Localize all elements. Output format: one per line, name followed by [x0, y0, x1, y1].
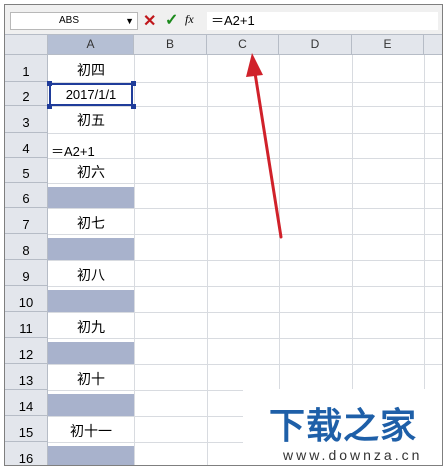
- row-header-16[interactable]: 16: [5, 442, 48, 465]
- active-cell-a2[interactable]: 2017/1/1: [49, 83, 133, 106]
- grid-line: [48, 312, 442, 313]
- cell-a1[interactable]: 初四: [48, 58, 134, 82]
- grid-line: [48, 208, 442, 209]
- checkmark-icon[interactable]: ✓: [165, 10, 178, 30]
- grid-line: [48, 338, 442, 339]
- cell-a12[interactable]: [48, 342, 134, 364]
- row-header-5[interactable]: 5: [5, 158, 48, 183]
- grid-line: [48, 158, 442, 159]
- grid-line: [48, 286, 442, 287]
- grid-line: [48, 106, 442, 107]
- row-header-1[interactable]: 1: [5, 55, 48, 82]
- cell-a13[interactable]: 初十: [48, 368, 134, 390]
- cell-a4-formula[interactable]: ＝A2+1: [51, 141, 95, 160]
- watermark-logo: 下载之家 www.downza.cn: [243, 389, 442, 465]
- row-header-11[interactable]: 11: [5, 312, 48, 338]
- watermark-title: 下载之家: [269, 406, 418, 447]
- selection-handle[interactable]: [131, 81, 136, 86]
- cell-a14[interactable]: [48, 394, 134, 416]
- insert-function-icon[interactable]: fx: [185, 12, 194, 27]
- grid-line: [48, 364, 442, 365]
- cell-a16[interactable]: [48, 446, 134, 465]
- grid-line: [48, 260, 442, 261]
- chevron-down-icon[interactable]: ▼: [125, 13, 134, 29]
- cell-a3[interactable]: 初五: [48, 108, 134, 133]
- grid-line: [48, 133, 442, 134]
- cell-a8[interactable]: [48, 238, 134, 260]
- cell-a9[interactable]: 初八: [48, 264, 134, 286]
- column-header-e[interactable]: E: [352, 35, 424, 55]
- row-header-14[interactable]: 14: [5, 390, 48, 416]
- row-header-4[interactable]: 4: [5, 133, 48, 158]
- row-header-2[interactable]: 2: [5, 82, 48, 106]
- row-header-3[interactable]: 3: [5, 106, 48, 133]
- watermark-url: www.downza.cn: [283, 447, 423, 463]
- cell-a11[interactable]: 初九: [48, 316, 134, 338]
- row-header-13[interactable]: 13: [5, 364, 48, 390]
- arrow-head: [246, 53, 263, 77]
- select-all-corner[interactable]: [5, 35, 48, 55]
- cell-a15[interactable]: 初十一: [48, 420, 134, 442]
- row-header-7[interactable]: 7: [5, 208, 48, 234]
- cell-a7[interactable]: 初七: [48, 212, 134, 234]
- row-header-15[interactable]: 15: [5, 416, 48, 442]
- column-header-c[interactable]: C: [207, 35, 279, 55]
- arrow-shaft: [253, 71, 283, 239]
- row-header-10[interactable]: 10: [5, 286, 48, 312]
- selection-handle[interactable]: [47, 81, 52, 86]
- formula-bar: ABS ▼ ✕ ✓ fx ＝A2+1: [5, 5, 442, 35]
- row-header-8[interactable]: 8: [5, 234, 48, 260]
- row-header-6[interactable]: 6: [5, 183, 48, 208]
- row-header-9[interactable]: 9: [5, 260, 48, 286]
- column-header-d[interactable]: D: [279, 35, 352, 55]
- name-box-value: ABS: [59, 15, 80, 26]
- formula-input[interactable]: ＝A2+1: [207, 12, 438, 30]
- row-header-12[interactable]: 12: [5, 338, 48, 364]
- cell-a6[interactable]: [48, 187, 134, 208]
- grid-line: [48, 234, 442, 235]
- cancel-x-icon[interactable]: ✕: [143, 11, 156, 31]
- column-header-b[interactable]: B: [134, 35, 207, 55]
- column-header-f[interactable]: [424, 35, 442, 55]
- spreadsheet-window: ABS ▼ ✕ ✓ fx ＝A2+1 A B C D E 1 2 3 4 5 6…: [4, 4, 443, 466]
- name-box[interactable]: ABS ▼: [10, 12, 138, 30]
- column-header-a[interactable]: A: [48, 35, 134, 55]
- cell-a5[interactable]: 初六: [48, 160, 134, 184]
- cell-a10[interactable]: [48, 290, 134, 312]
